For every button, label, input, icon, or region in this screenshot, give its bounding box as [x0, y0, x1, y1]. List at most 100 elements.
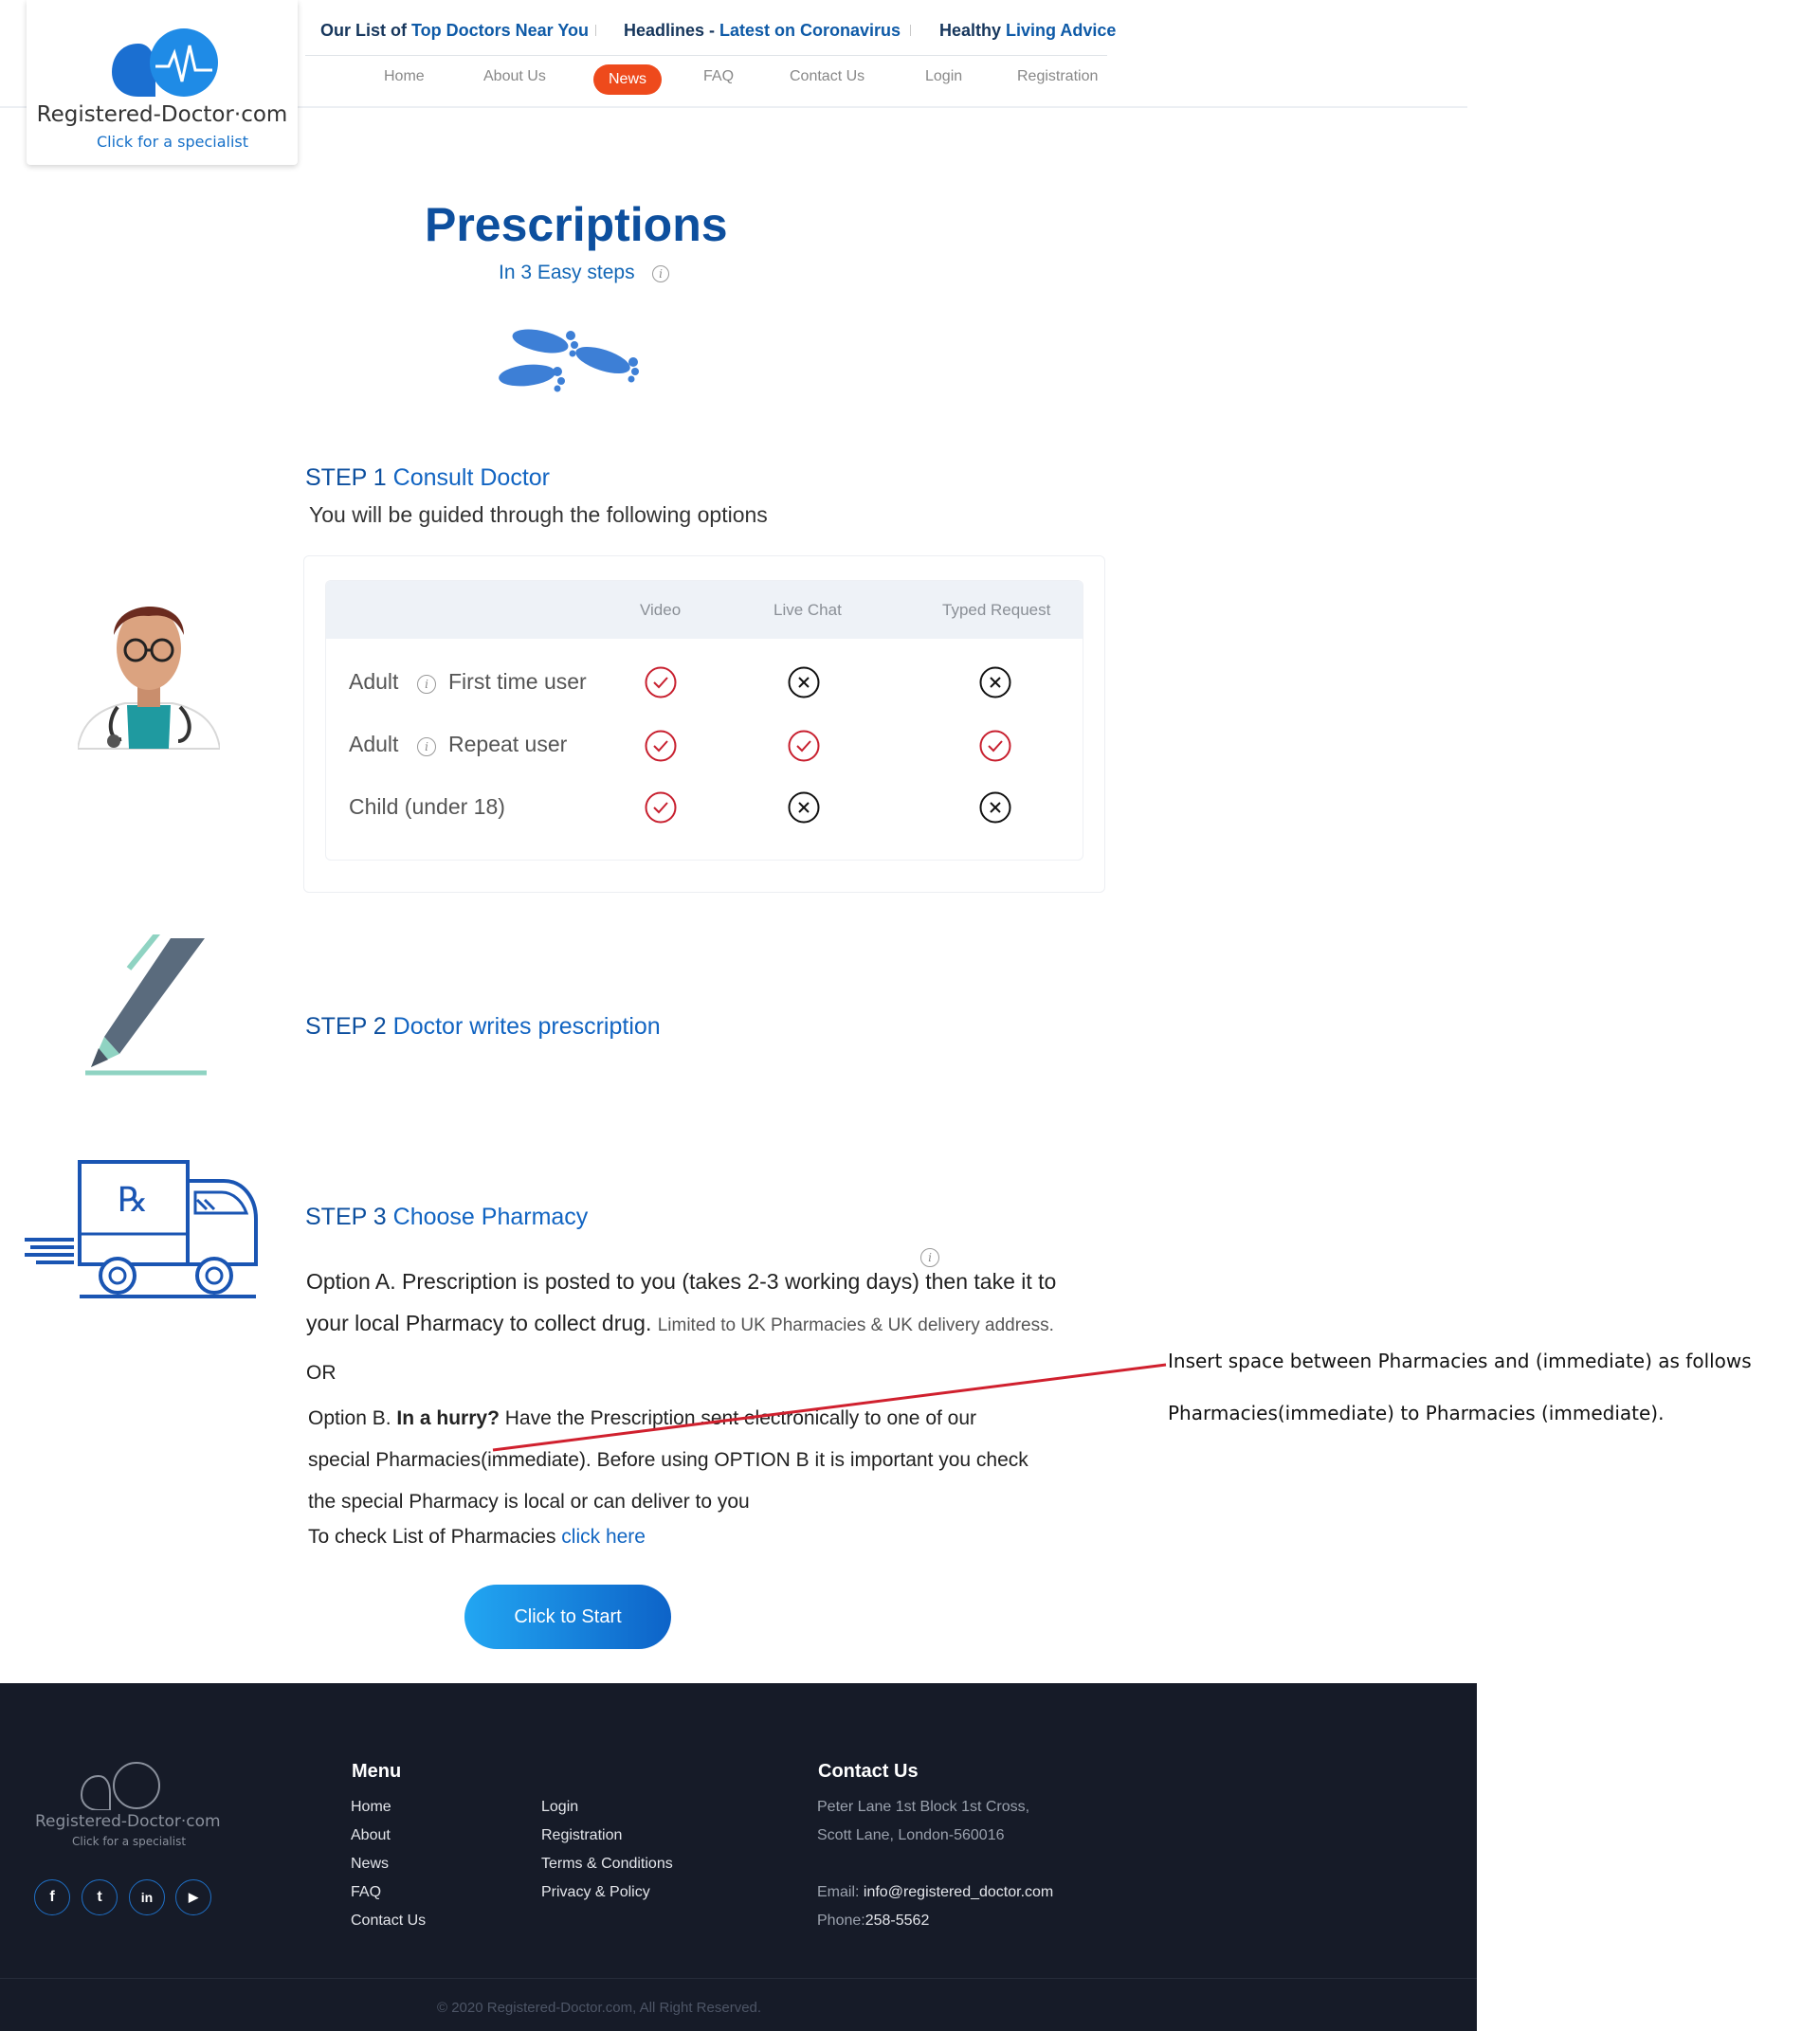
footer-email-link[interactable]: info@registered_doctor.com [864, 1884, 1053, 1900]
footer-link-home[interactable]: Home [351, 1799, 391, 1816]
footer-menu-title: Menu [352, 1761, 402, 1782]
footer-link-faq[interactable]: FAQ [351, 1884, 381, 1901]
copyright-text: © 2020 Registered-Doctor.com, All Right … [437, 2000, 762, 2016]
footer-link-terms[interactable]: Terms & Conditions [541, 1856, 673, 1873]
footer-link-privacy[interactable]: Privacy & Policy [541, 1884, 650, 1901]
click-to-start-button[interactable]: Click to Start [464, 1585, 671, 1649]
annotation-line1: Insert space between Pharmacies and (imm… [1168, 1350, 1752, 1372]
headlines-label: Latest on Coronavirus [719, 21, 901, 40]
footer-address-line1: Peter Lane 1st Block 1st Cross, [817, 1799, 1030, 1815]
info-icon[interactable]: i [417, 675, 436, 694]
pharmacy-list-link[interactable]: click here [561, 1526, 646, 1548]
footer-logo-name: Registered-Doctor·com [35, 1812, 221, 1831]
delivery-truck-icon: ℞ [25, 1160, 258, 1298]
top-doctors-prefix: Our List of [320, 21, 411, 40]
footer-logo-tagline: Click for a specialist [72, 1835, 187, 1848]
row-detail: First time user [448, 669, 587, 694]
facebook-icon[interactable]: f [34, 1879, 70, 1915]
col-video: Video [640, 601, 682, 619]
option-b-line3: the special Pharmacy is local or can del… [308, 1491, 750, 1513]
col-typed-request: Typed Request [942, 601, 1051, 619]
healthy-living-link[interactable]: Healthy Living Advice [939, 21, 1116, 41]
footer-link-about[interactable]: About [351, 1827, 391, 1844]
footer-email-label: Email: [817, 1884, 864, 1900]
top-doctors-label: Top Doctors Near You [411, 21, 590, 40]
footer-email: Email: info@registered_doctor.com [817, 1884, 1053, 1901]
footer-divider [0, 1978, 1477, 1979]
step1-title: Consult Doctor [392, 464, 551, 491]
healthy-prefix: Healthy [939, 21, 1007, 40]
youtube-icon[interactable]: ▶ [175, 1879, 211, 1915]
twitter-icon[interactable]: t [82, 1879, 118, 1915]
check-icon [979, 730, 1011, 762]
logo-tagline: Click for a specialist [96, 133, 249, 151]
step1-label: STEP 1 [305, 464, 387, 491]
footer-logo-icon [80, 1762, 160, 1810]
footer-link-contact[interactable]: Contact Us [351, 1913, 426, 1930]
footer-link-news[interactable]: News [351, 1856, 389, 1873]
step3-heading: STEP 3 Choose Pharmacy [305, 1204, 588, 1231]
step1-heading: STEP 1 Consult Doctor [305, 464, 550, 492]
page-subtitle: In 3 Easy steps [499, 262, 635, 283]
annotation-line2: Pharmacies(immediate) to Pharmacies (imm… [1168, 1402, 1665, 1424]
option-b-bold: In a hurry? [396, 1407, 500, 1429]
footer-link-registration[interactable]: Registration [541, 1827, 622, 1844]
row-label: Adult [349, 669, 399, 694]
or-separator: OR [306, 1362, 337, 1384]
nav-about-us[interactable]: About Us [483, 68, 546, 85]
cross-icon [788, 666, 820, 698]
row-detail: Repeat user [448, 732, 568, 756]
option-b-line2: special Pharmacies(immediate). Before us… [308, 1449, 1028, 1471]
footer-contact-title: Contact Us [818, 1761, 919, 1782]
footer-address-line2: Scott Lane, London-560016 [817, 1827, 1005, 1843]
pharmacy-list-line: To check List of Pharmacies click here [308, 1526, 646, 1549]
linkedin-icon[interactable]: in [129, 1879, 165, 1915]
logo-name: Registered-Doctor·com [36, 102, 288, 127]
logo-bubbles-icon [112, 28, 218, 97]
top-nav-separator [910, 25, 911, 36]
footprints-icon [499, 329, 639, 392]
option-a-line1: Option A. Prescription is posted to you … [306, 1269, 1057, 1294]
top-nav-rule [305, 55, 1107, 56]
annotation-arrow-line [492, 1363, 1167, 1452]
cross-icon [788, 791, 820, 824]
step1-intro: You will be guided through the following… [309, 502, 768, 527]
check-icon [645, 666, 677, 698]
pen-icon [85, 934, 207, 1076]
check-icon [788, 730, 820, 762]
check-icon [645, 791, 677, 824]
row-label: Adult [349, 732, 399, 756]
step3-label: STEP 3 [305, 1204, 387, 1230]
coronavirus-headlines-link[interactable]: Headlines - Latest on Coronavirus [624, 21, 901, 41]
option-a-text: your local Pharmacy to collect drug. [306, 1311, 652, 1335]
info-icon[interactable]: i [652, 265, 669, 282]
footer-phone: Phone:258-5562 [817, 1913, 929, 1930]
top-doctors-link[interactable]: Our List of Top Doctors Near You [320, 21, 589, 41]
check-icon [645, 730, 677, 762]
nav-contact-us[interactable]: Contact Us [790, 68, 864, 85]
site-footer: Registered-Doctor·com Click for a specia… [0, 1683, 1477, 2031]
nav-registration[interactable]: Registration [1017, 68, 1098, 85]
info-icon[interactable]: i [417, 737, 436, 756]
nav-home[interactable]: Home [384, 68, 425, 85]
step2-label: STEP 2 [305, 1013, 387, 1040]
option-a-note: Limited to UK Pharmacies & UK delivery a… [657, 1315, 1054, 1335]
site-logo[interactable]: Registered-Doctor·com Click for a specia… [27, 0, 298, 165]
nav-login[interactable]: Login [925, 68, 962, 85]
footer-link-login[interactable]: Login [541, 1799, 578, 1816]
footer-phone-number: 258-5562 [864, 1913, 930, 1929]
headlines-prefix: Headlines - [624, 21, 720, 40]
cross-icon [979, 666, 1011, 698]
nav-faq[interactable]: FAQ [703, 68, 734, 85]
top-nav-separator [595, 25, 596, 36]
info-icon[interactable]: i [920, 1248, 939, 1267]
step2-title: Doctor writes prescription [392, 1013, 661, 1040]
step2-heading: STEP 2 Doctor writes prescription [305, 1013, 661, 1041]
option-b-prefix: Option B. [308, 1407, 397, 1429]
footer-phone-label: Phone: [817, 1913, 865, 1929]
cross-icon [979, 791, 1011, 824]
option-a-line2: your local Pharmacy to collect drug. Lim… [306, 1311, 1054, 1336]
col-live-chat: Live Chat [774, 601, 842, 619]
row-label: Child (under 18) [349, 794, 505, 819]
nav-news-active[interactable]: News [593, 64, 662, 95]
